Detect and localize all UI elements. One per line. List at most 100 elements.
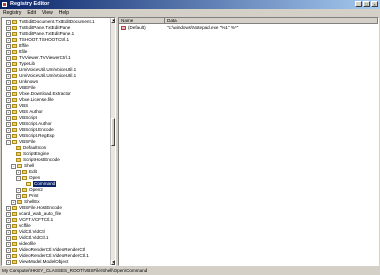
expand-icon[interactable]: + [6,91,11,97]
folder-icon [12,80,17,84]
expand-icon[interactable]: + [6,229,11,235]
folder-icon [12,104,17,108]
folder-icon [12,98,17,102]
folder-icon [12,92,17,96]
expand-icon[interactable]: + [11,199,16,205]
folder-icon [12,230,17,234]
expand-icon[interactable]: + [16,193,21,199]
folder-icon [12,206,17,210]
expand-icon[interactable]: + [6,205,11,211]
folder-icon [16,146,21,150]
folder-icon [12,26,17,30]
tree-item-label: ViewModel.ModelObject [19,259,69,264]
folder-icon [12,248,17,252]
registry-editor-window: Registry Editor _ □ × Registry Edit View… [0,0,380,275]
expand-icon[interactable]: + [6,127,11,133]
expand-icon[interactable]: + [6,85,11,91]
expand-icon[interactable]: + [6,121,11,127]
expand-icon[interactable]: + [6,55,11,61]
scroll-down-arrow-icon[interactable]: ▼ [111,260,115,265]
list-row[interactable]: ab (Default) "c:\windows\Notepad.exe "%1"… [119,25,378,31]
folder-icon [12,236,17,240]
folder-icon [12,86,17,90]
folder-icon [12,254,17,258]
folder-icon [12,110,17,114]
scroll-up-arrow-icon[interactable]: ▲ [111,18,115,23]
folder-open-icon [22,176,27,180]
expand-icon[interactable]: + [6,97,11,103]
folder-icon [12,212,17,216]
status-bar: My Computer\HKEY_CLASSES_ROOT\VBSFile\Sh… [0,266,380,275]
expand-icon[interactable]: + [16,169,21,175]
collapse-icon[interactable]: − [16,175,21,181]
collapse-icon[interactable]: − [6,139,11,145]
value-name-cell: ab (Default) [121,25,146,31]
menu-registry[interactable]: Registry [0,9,24,17]
folder-icon [12,122,17,126]
folder-icon [12,74,17,78]
collapse-icon[interactable]: − [11,163,16,169]
folder-icon [12,62,17,66]
folder-icon [17,200,22,204]
scroll-thumb[interactable] [111,118,115,146]
folder-icon [12,44,17,48]
column-header-data[interactable]: Data [165,18,378,24]
menu-edit[interactable]: Edit [24,9,39,17]
folder-open-icon [17,164,22,168]
title-bar[interactable]: Registry Editor _ □ × [0,0,380,9]
expand-icon[interactable]: + [6,73,11,79]
maximize-button[interactable]: □ [363,1,370,7]
string-value-icon: ab [121,25,126,30]
expand-icon[interactable]: + [6,19,11,25]
folder-icon [12,260,17,264]
folder-icon [16,158,21,162]
folder-icon [12,20,17,24]
expand-icon[interactable]: + [6,259,11,265]
folder-icon [12,38,17,42]
expand-icon[interactable]: + [6,79,11,85]
expand-icon[interactable]: + [6,67,11,73]
expand-icon[interactable]: + [6,223,11,229]
expand-icon[interactable]: + [6,235,11,241]
window-title: Registry Editor [10,1,50,7]
expand-icon[interactable]: + [6,109,11,115]
expand-icon[interactable]: + [6,31,11,37]
expand-icon[interactable]: + [6,103,11,109]
menu-help[interactable]: Help [56,9,72,17]
expand-icon[interactable]: + [6,133,11,139]
expand-icon[interactable]: + [6,25,11,31]
expand-icon[interactable]: + [6,43,11,49]
folder-icon [12,32,17,36]
key-tree-pane[interactable]: + TxtEditDocument.TxtEditDocument.1 + TxtEd… [1,17,116,266]
expand-icon[interactable]: + [6,247,11,253]
folder-icon [12,68,17,72]
values-list-pane[interactable]: Name Data ab (Default) "c:\windows\Notepa… [118,17,379,266]
folder-icon [22,188,27,192]
expand-icon[interactable]: + [6,49,11,55]
expand-icon[interactable]: + [6,253,11,259]
expand-icon[interactable]: + [6,241,11,247]
folder-icon [12,50,17,54]
folder-icon [12,128,17,132]
close-button[interactable]: × [371,1,378,7]
expand-icon[interactable]: + [16,187,21,193]
folder-open-icon [26,182,31,186]
menu-view[interactable]: View [39,9,56,17]
folder-icon [22,194,27,198]
menu-bar: Registry Edit View Help [0,9,380,17]
folder-icon [16,152,21,156]
expand-icon[interactable]: + [6,211,11,217]
minimize-button[interactable]: _ [355,1,362,7]
column-header-name[interactable]: Name [119,18,165,24]
expand-icon[interactable]: + [6,37,11,43]
expand-icon[interactable]: + [6,61,11,67]
folder-icon [12,116,17,120]
folder-icon [12,224,17,228]
folder-icon [22,170,27,174]
folder-icon [12,134,17,138]
expand-icon[interactable]: + [6,217,11,223]
tree-vertical-scrollbar[interactable]: ▲ ▼ [110,18,115,265]
list-header: Name Data [119,18,378,24]
tree-item[interactable]: + ViewModel.ModelObject [6,259,68,265]
expand-icon[interactable]: + [6,115,11,121]
